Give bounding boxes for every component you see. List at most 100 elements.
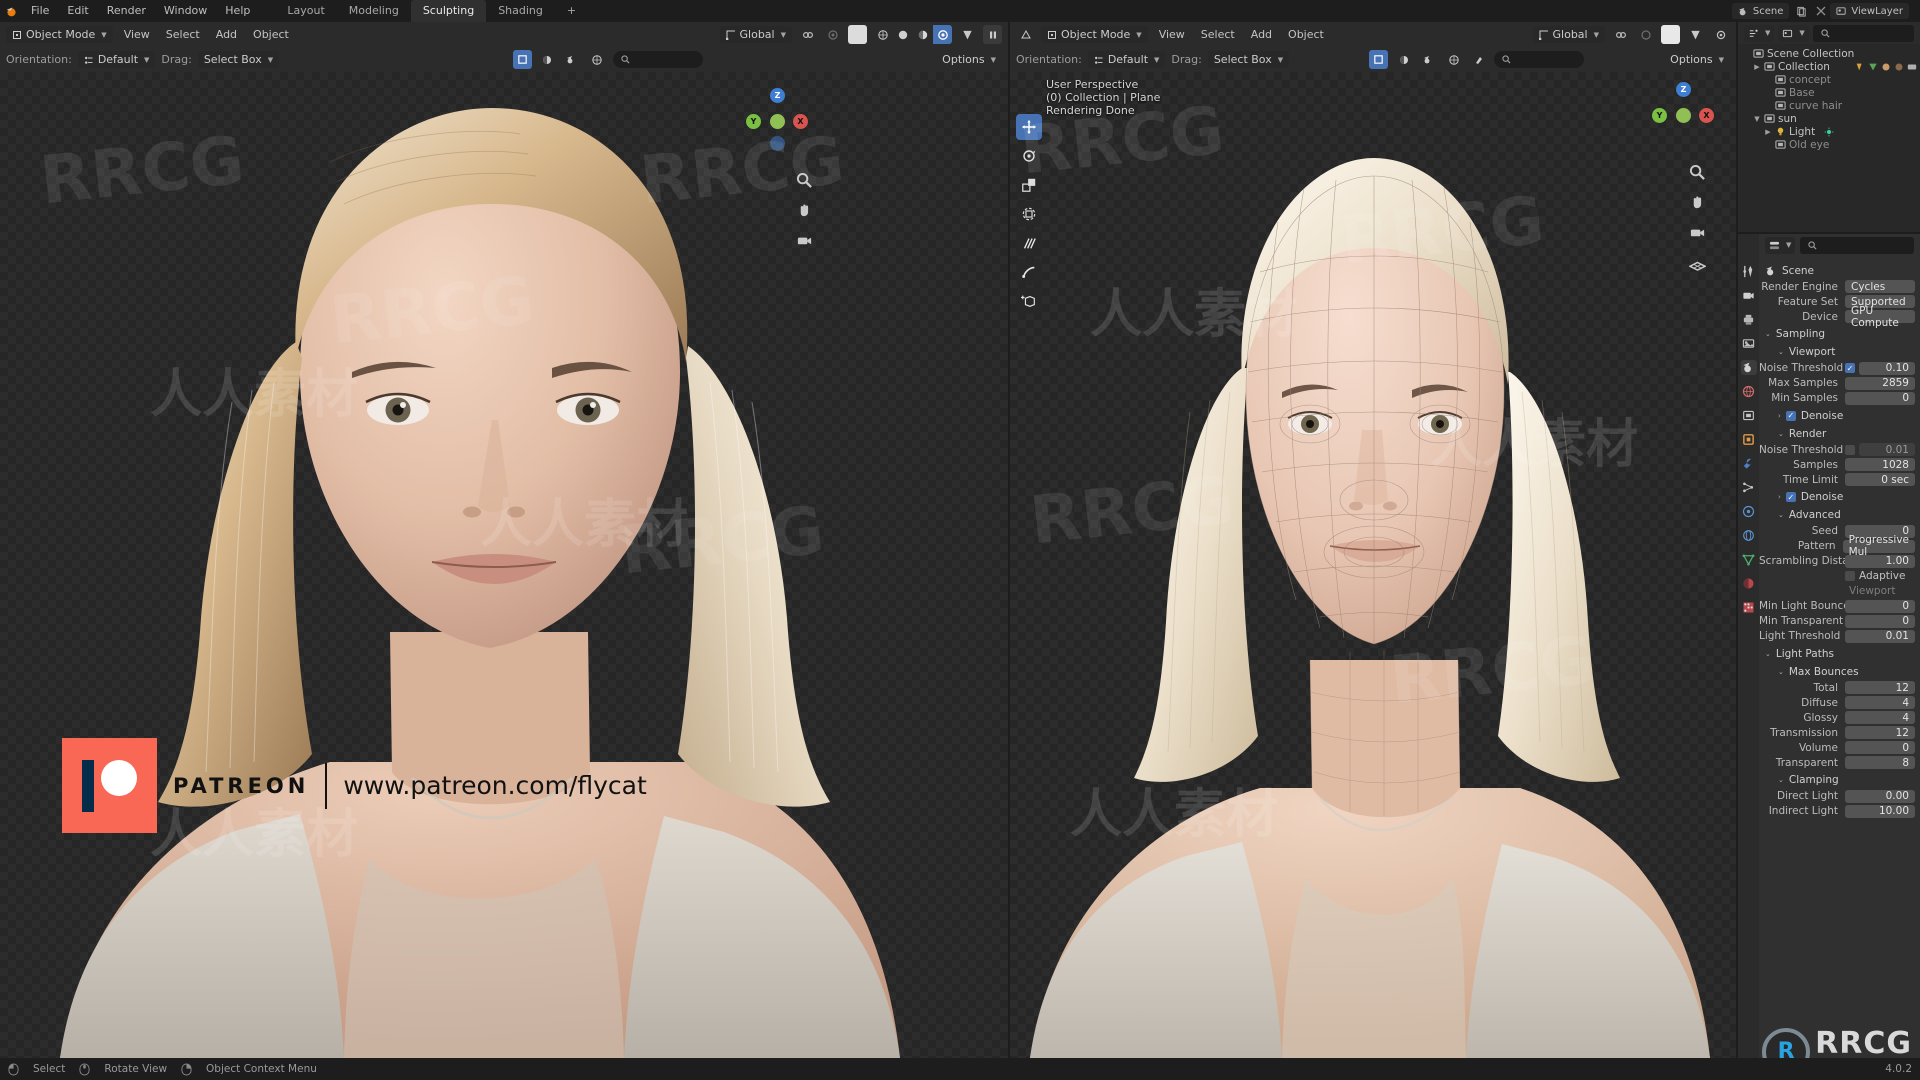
properties-row-value[interactable]: 0 sec (1845, 473, 1915, 487)
hand-icon[interactable] (796, 202, 813, 219)
snap-icon[interactable] (1611, 25, 1630, 44)
properties-row-value[interactable]: GPU Compute (1845, 305, 1915, 329)
outliner-search-input[interactable] (1812, 24, 1914, 42)
tab-data-icon[interactable] (1741, 552, 1757, 567)
left-menu-object[interactable]: Object (248, 28, 294, 41)
tab-modifier-icon[interactable] (1741, 456, 1757, 471)
shading-material-button[interactable] (913, 25, 932, 44)
properties-row-indirect-light[interactable]: Indirect Light 10.00 (1759, 804, 1920, 819)
properties-row-value[interactable]: 2859 (1845, 376, 1915, 390)
xray-toggle-button[interactable] (538, 50, 557, 69)
properties-row-value[interactable]: 10.00 (1845, 804, 1915, 818)
properties-row-value[interactable]: 0 (1845, 599, 1915, 613)
delete-scene-button[interactable] (1811, 2, 1830, 21)
snap-icon[interactable] (798, 25, 817, 44)
right-overlay-toggle-button[interactable] (1369, 50, 1389, 69)
tool-add-cube[interactable] (1016, 288, 1042, 314)
scene-selector[interactable]: Scene (1731, 3, 1790, 19)
right-extra-icon[interactable] (1711, 25, 1730, 44)
properties-row-glossy[interactable]: Glossy 4 (1759, 711, 1920, 725)
properties-row-noise-threshold[interactable]: Noise Threshold 0.01 (1759, 443, 1920, 457)
overlay-toggle-button[interactable] (512, 50, 532, 69)
menu-render[interactable]: Render (98, 0, 155, 22)
right-transform-orientation[interactable]: Global ▼ (1532, 26, 1605, 43)
menu-file[interactable]: File (22, 0, 58, 22)
properties-row-diffuse[interactable]: Diffuse 4 (1759, 696, 1920, 710)
left-transform-orientation[interactable]: Global ▼ (719, 26, 792, 43)
properties-row-samples[interactable]: Samples 1028 (1759, 458, 1920, 472)
outliner-display-mode[interactable]: ▼ (1744, 24, 1775, 42)
properties-row-value[interactable]: 1.00 (1845, 554, 1915, 568)
workspace-tab-add[interactable]: + (555, 0, 588, 22)
tool-measure[interactable] (1016, 259, 1042, 285)
properties-section-denoise[interactable]: › ✓ Denoise (1759, 408, 1920, 423)
workspace-tab-shading[interactable]: Shading (486, 0, 555, 22)
properties-section-render[interactable]: ⌄ Render (1759, 426, 1920, 441)
properties-row-value[interactable]: 0 (1845, 614, 1915, 628)
gizmo-axis-z[interactable]: Z (1676, 82, 1691, 97)
right-xray-toggle-button[interactable] (1394, 50, 1413, 69)
shading-dropdown-icon[interactable]: ▼ (958, 25, 977, 44)
properties-row-direct-light[interactable]: Direct Light 0.00 (1759, 789, 1920, 804)
pause-render-button[interactable] (983, 25, 1002, 44)
checkbox[interactable]: ✓ (1845, 363, 1855, 374)
right-orientation-dropdown[interactable]: Default ▼ (1087, 51, 1166, 68)
properties-row-value[interactable]: Progressive Mul (1842, 534, 1915, 558)
properties-row-value[interactable]: 4 (1845, 696, 1915, 710)
show-overlays-button[interactable] (588, 50, 607, 69)
hand-icon[interactable] (1689, 194, 1706, 211)
properties-row-value[interactable]: Cycles (1845, 280, 1915, 294)
properties-tab-column[interactable] (1738, 234, 1759, 1058)
falloff-preview[interactable] (848, 25, 867, 44)
properties-pin-dropdown[interactable]: ▼ (1765, 236, 1796, 254)
outliner-row-scene-collection[interactable]: Scene Collection (1738, 47, 1920, 60)
disclosure-triangle-icon[interactable]: ▶ (1764, 128, 1772, 136)
properties-section-clamping[interactable]: ⌄ Clamping (1759, 773, 1920, 788)
shading-rendered-button[interactable] (933, 25, 952, 44)
properties-section-sampling[interactable]: ⌄ Sampling (1759, 327, 1920, 342)
properties-row-max-samples[interactable]: Max Samples 2859 (1759, 376, 1920, 391)
editor-type-icon[interactable] (1016, 25, 1035, 44)
properties-row-value[interactable]: 0.10 (1859, 361, 1915, 375)
properties-row-value[interactable]: 0 (1845, 741, 1915, 755)
right-menu-select[interactable]: Select (1196, 28, 1240, 41)
gizmo-axis-x[interactable]: X (793, 114, 808, 129)
properties-row-light-threshold[interactable]: Light Threshold 0.01 (1759, 629, 1920, 644)
left-drag-dropdown[interactable]: Select Box ▼ (197, 51, 280, 68)
shading-solid-button[interactable] (893, 25, 912, 44)
workspace-tab-sculpting[interactable]: Sculpting (410, 0, 487, 22)
properties-row-min-light-bounces[interactable]: Min Light Bounces0 (1759, 599, 1920, 614)
shading-wireframe-button[interactable] (873, 25, 892, 44)
properties-section-max-bounces[interactable]: ⌄ Max Bounces (1759, 664, 1920, 679)
proportional-edit-icon[interactable] (1636, 25, 1655, 44)
outliner-row-base[interactable]: Base (1738, 86, 1920, 99)
left-orientation-dropdown[interactable]: Default ▼ (77, 51, 156, 68)
new-scene-button[interactable] (1792, 2, 1811, 21)
tab-collection-icon[interactable] (1741, 408, 1757, 423)
outliner-tree[interactable]: Scene Collection ▶ Collection concept Base cu… (1738, 44, 1920, 232)
tool-scale[interactable] (1016, 172, 1042, 198)
tab-world-icon[interactable] (1741, 384, 1757, 399)
tab-constraint-icon[interactable] (1741, 528, 1757, 543)
properties-row-transparent[interactable]: Transparent 8 (1759, 756, 1920, 770)
right-show-overlays-button[interactable] (1444, 50, 1463, 69)
tab-particles-icon[interactable] (1741, 480, 1757, 495)
tab-material-icon[interactable] (1741, 576, 1757, 591)
properties-row-noise-threshold[interactable]: Noise Threshold ✓ 0.10 (1759, 361, 1920, 376)
checkbox[interactable]: ✓ (1785, 410, 1796, 421)
workspace-tab-layout[interactable]: Layout (275, 0, 336, 22)
properties-section-viewport[interactable]: ⌄ Viewport (1759, 345, 1920, 360)
right-options-dropdown[interactable]: Options ▼ (1664, 51, 1730, 68)
grid-icon[interactable] (1689, 254, 1706, 271)
tool-rotate[interactable] (1016, 143, 1042, 169)
menu-help[interactable]: Help (216, 0, 259, 22)
patreon-url[interactable]: www.patreon.com/flycat (343, 771, 646, 800)
left-3d-viewport[interactable]: RRCG RRCG RRCG RRCG 人人素材 人人素材 人人素材 Z Y X (0, 72, 1008, 1058)
blender-logo-icon[interactable] (0, 0, 22, 22)
properties-row-time-limit[interactable]: Time Limit 0 sec (1759, 473, 1920, 487)
brush-icon[interactable] (1469, 50, 1488, 69)
left-nav-gizmo[interactable]: Z Y X (746, 88, 808, 151)
properties-row-value[interactable]: 4 (1845, 711, 1915, 725)
left-mode-selector[interactable]: Object Mode ▼ (6, 26, 113, 43)
camera-icon[interactable] (796, 232, 813, 249)
